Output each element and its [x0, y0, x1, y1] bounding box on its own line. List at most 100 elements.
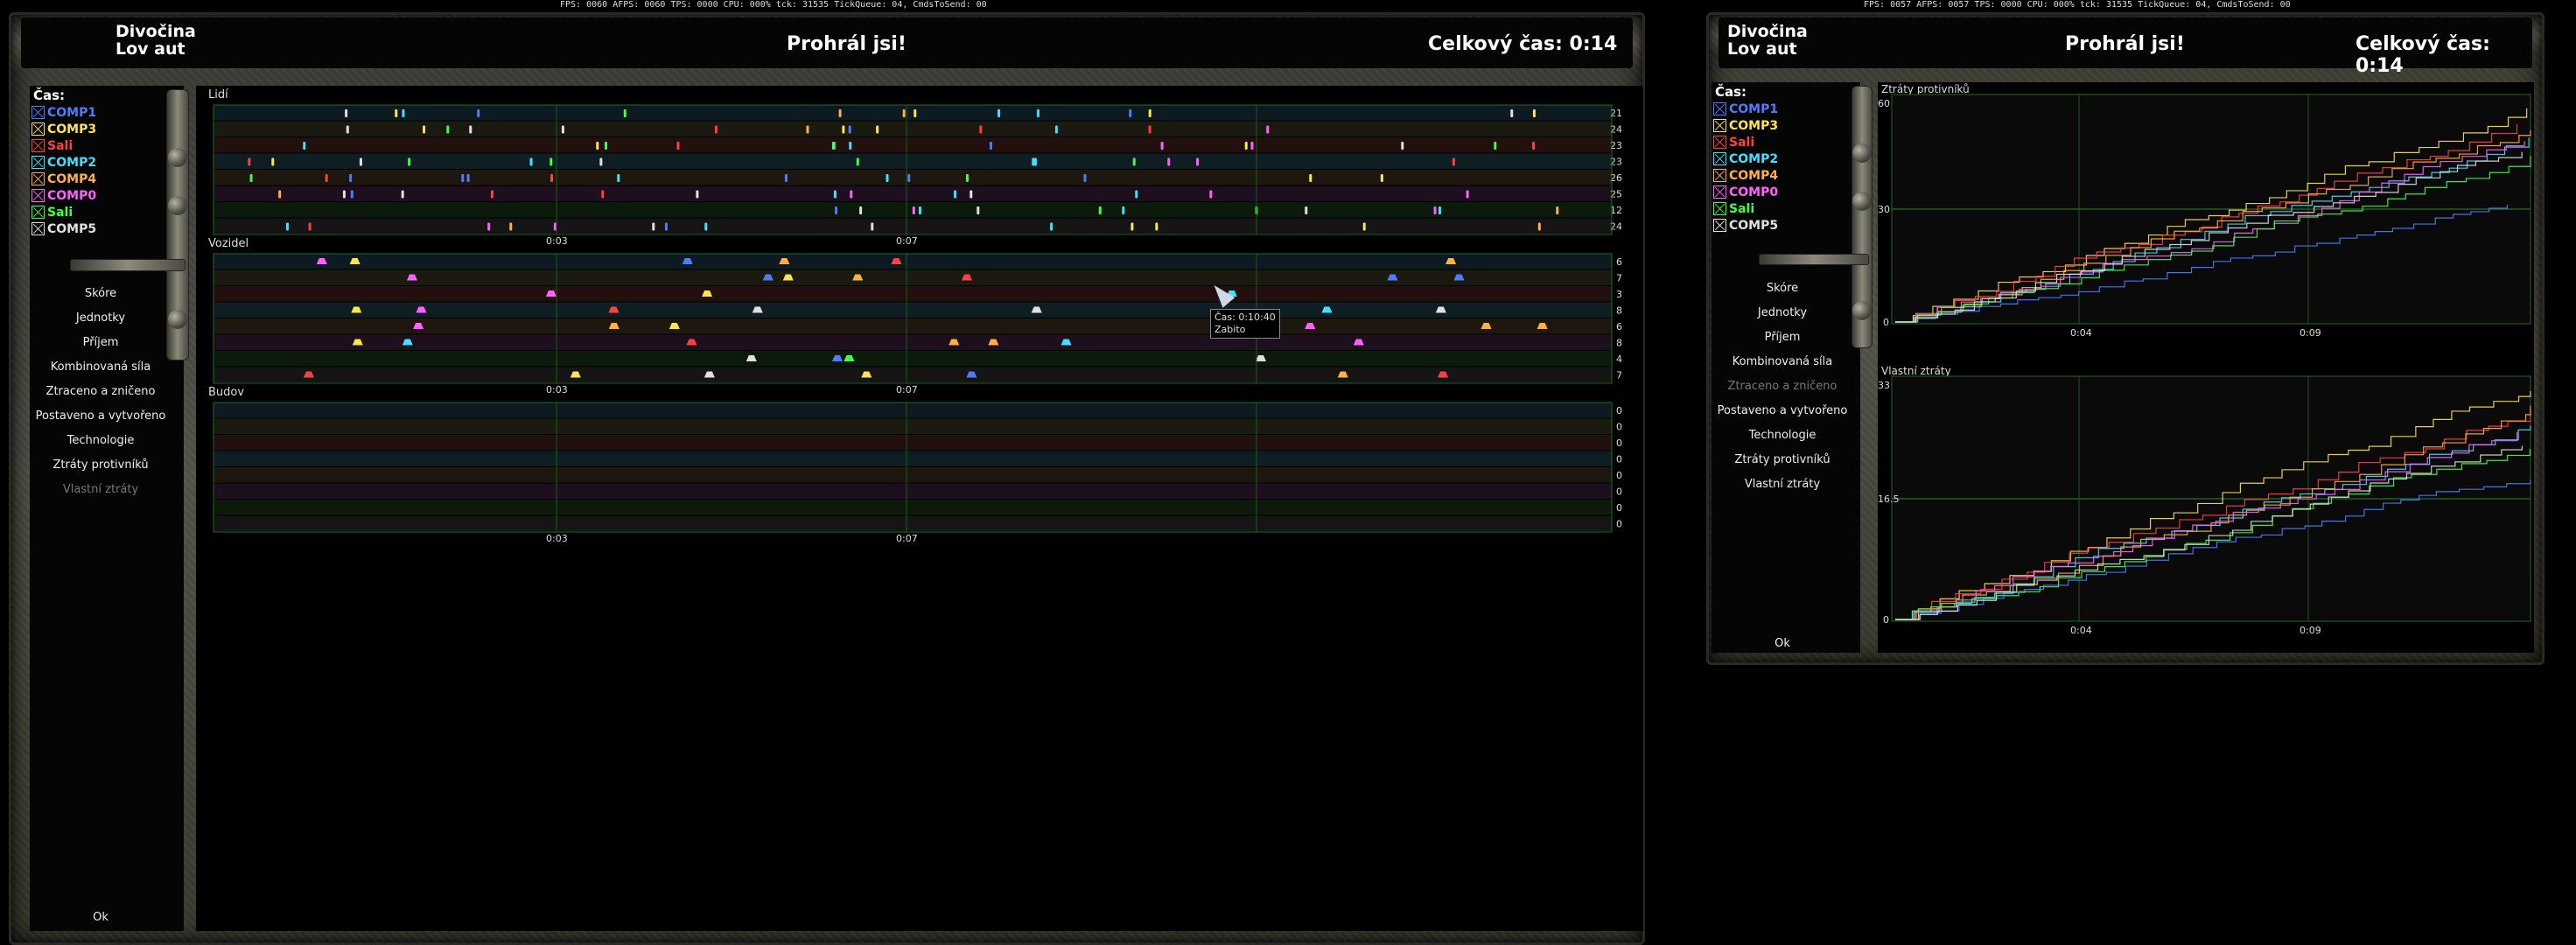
death-marker[interactable]: [784, 174, 788, 182]
death-marker[interactable]: [550, 174, 554, 182]
checkbox-icon[interactable]: [1713, 169, 1726, 182]
death-marker[interactable]: [1148, 109, 1152, 117]
death-marker[interactable]: [561, 125, 564, 134]
death-marker[interactable]: [1556, 206, 1559, 214]
death-marker[interactable]: [401, 190, 404, 199]
death-marker[interactable]: [848, 125, 851, 134]
checkbox-icon[interactable]: [32, 122, 45, 136]
death-marker[interactable]: [596, 142, 599, 150]
legend-player-comp3[interactable]: COMP3: [32, 121, 96, 137]
death-marker[interactable]: [1083, 174, 1087, 182]
death-marker[interactable]: [249, 174, 253, 182]
death-marker[interactable]: [832, 142, 836, 150]
death-marker[interactable]: [623, 109, 626, 117]
death-marker[interactable]: [676, 142, 680, 150]
death-marker[interactable]: [954, 190, 957, 199]
death-marker[interactable]: [907, 174, 911, 182]
legend-player-comp1[interactable]: COMP1: [32, 104, 96, 121]
death-marker[interactable]: [859, 206, 863, 214]
death-marker[interactable]: [325, 174, 328, 182]
death-marker[interactable]: [248, 158, 251, 166]
death-marker[interactable]: [605, 142, 608, 150]
death-marker[interactable]: [529, 158, 533, 166]
death-marker[interactable]: [856, 158, 859, 166]
death-marker[interactable]: [1244, 142, 1248, 150]
menu-item[interactable]: Vlastní ztráty: [18, 483, 184, 496]
ok-button[interactable]: Ok: [1699, 637, 1866, 650]
legend-player-comp5[interactable]: COMP5: [32, 220, 96, 237]
death-marker[interactable]: [423, 125, 426, 134]
death-marker[interactable]: [285, 222, 289, 231]
checkbox-icon[interactable]: [1713, 202, 1726, 215]
legend-player-comp2[interactable]: COMP2: [1713, 150, 1778, 167]
death-marker[interactable]: [349, 174, 353, 182]
death-marker[interactable]: [902, 109, 906, 117]
menu-item[interactable]: Jednotky: [1699, 306, 1866, 319]
death-marker[interactable]: [1510, 109, 1514, 117]
death-marker[interactable]: [617, 174, 620, 182]
death-marker[interactable]: [278, 190, 282, 199]
legend-player-sali[interactable]: Sali: [32, 204, 73, 220]
checkbox-icon[interactable]: [1713, 152, 1726, 165]
checkbox-icon[interactable]: [32, 106, 45, 119]
death-marker[interactable]: [704, 222, 708, 231]
death-marker[interactable]: [395, 109, 398, 117]
death-marker[interactable]: [1160, 142, 1164, 150]
menu-item[interactable]: Postaveno a vytvořeno: [1699, 404, 1866, 417]
menu-item[interactable]: Příjem: [18, 336, 184, 349]
death-marker[interactable]: [664, 222, 668, 231]
death-marker[interactable]: [838, 109, 842, 117]
death-marker[interactable]: [876, 125, 879, 134]
menu-item[interactable]: Příjem: [1699, 331, 1866, 344]
death-marker[interactable]: [1050, 222, 1054, 231]
death-marker[interactable]: [842, 125, 845, 134]
death-marker[interactable]: [1130, 222, 1134, 231]
death-marker[interactable]: [835, 206, 838, 214]
death-marker[interactable]: [1380, 174, 1383, 182]
menu-item[interactable]: Ztráty protivníků: [1699, 453, 1866, 466]
checkbox-icon[interactable]: [1713, 219, 1726, 232]
checkbox-icon[interactable]: [1713, 136, 1726, 149]
legend-player-sali[interactable]: Sali: [1713, 200, 1754, 217]
checkbox-icon[interactable]: [32, 156, 45, 169]
death-marker[interactable]: [696, 190, 699, 199]
death-marker[interactable]: [965, 174, 969, 182]
death-marker[interactable]: [601, 190, 605, 199]
death-marker[interactable]: [461, 174, 465, 182]
death-marker[interactable]: [1466, 190, 1469, 199]
death-marker[interactable]: [1532, 109, 1536, 117]
menu-item[interactable]: Skóre: [1699, 282, 1866, 295]
legend-player-comp4[interactable]: COMP4: [32, 171, 96, 187]
legend-player-comp5[interactable]: COMP5: [1713, 217, 1778, 234]
death-marker[interactable]: [979, 125, 983, 134]
death-marker[interactable]: [346, 125, 349, 134]
death-marker[interactable]: [849, 142, 852, 150]
death-marker[interactable]: [1494, 142, 1497, 150]
death-marker[interactable]: [342, 190, 346, 199]
menu-item[interactable]: Kombinovaná síla: [1699, 355, 1866, 368]
checkbox-icon[interactable]: [32, 222, 45, 235]
death-marker[interactable]: [1148, 125, 1152, 134]
death-marker[interactable]: [1098, 206, 1102, 214]
menu-item[interactable]: Technologie: [1699, 429, 1866, 442]
death-marker[interactable]: [1122, 206, 1125, 214]
death-marker[interactable]: [714, 125, 718, 134]
death-marker[interactable]: [303, 142, 306, 150]
death-marker[interactable]: [1362, 222, 1366, 231]
death-marker[interactable]: [652, 222, 655, 231]
death-marker[interactable]: [345, 109, 348, 117]
menu-item[interactable]: Ztráty protivníků: [18, 458, 184, 472]
death-marker[interactable]: [806, 125, 809, 134]
death-marker[interactable]: [359, 158, 362, 166]
checkbox-icon[interactable]: [1713, 102, 1726, 116]
death-marker[interactable]: [490, 190, 494, 199]
death-marker[interactable]: [1452, 158, 1455, 166]
menu-item[interactable]: Vlastní ztráty: [1699, 478, 1866, 491]
legend-player-comp3[interactable]: COMP3: [1713, 117, 1778, 134]
death-marker[interactable]: [469, 125, 472, 134]
death-marker[interactable]: [989, 142, 992, 150]
ok-button[interactable]: Ok: [18, 911, 184, 924]
death-marker[interactable]: [553, 222, 556, 231]
death-marker[interactable]: [1054, 125, 1058, 134]
death-marker[interactable]: [1129, 109, 1132, 117]
